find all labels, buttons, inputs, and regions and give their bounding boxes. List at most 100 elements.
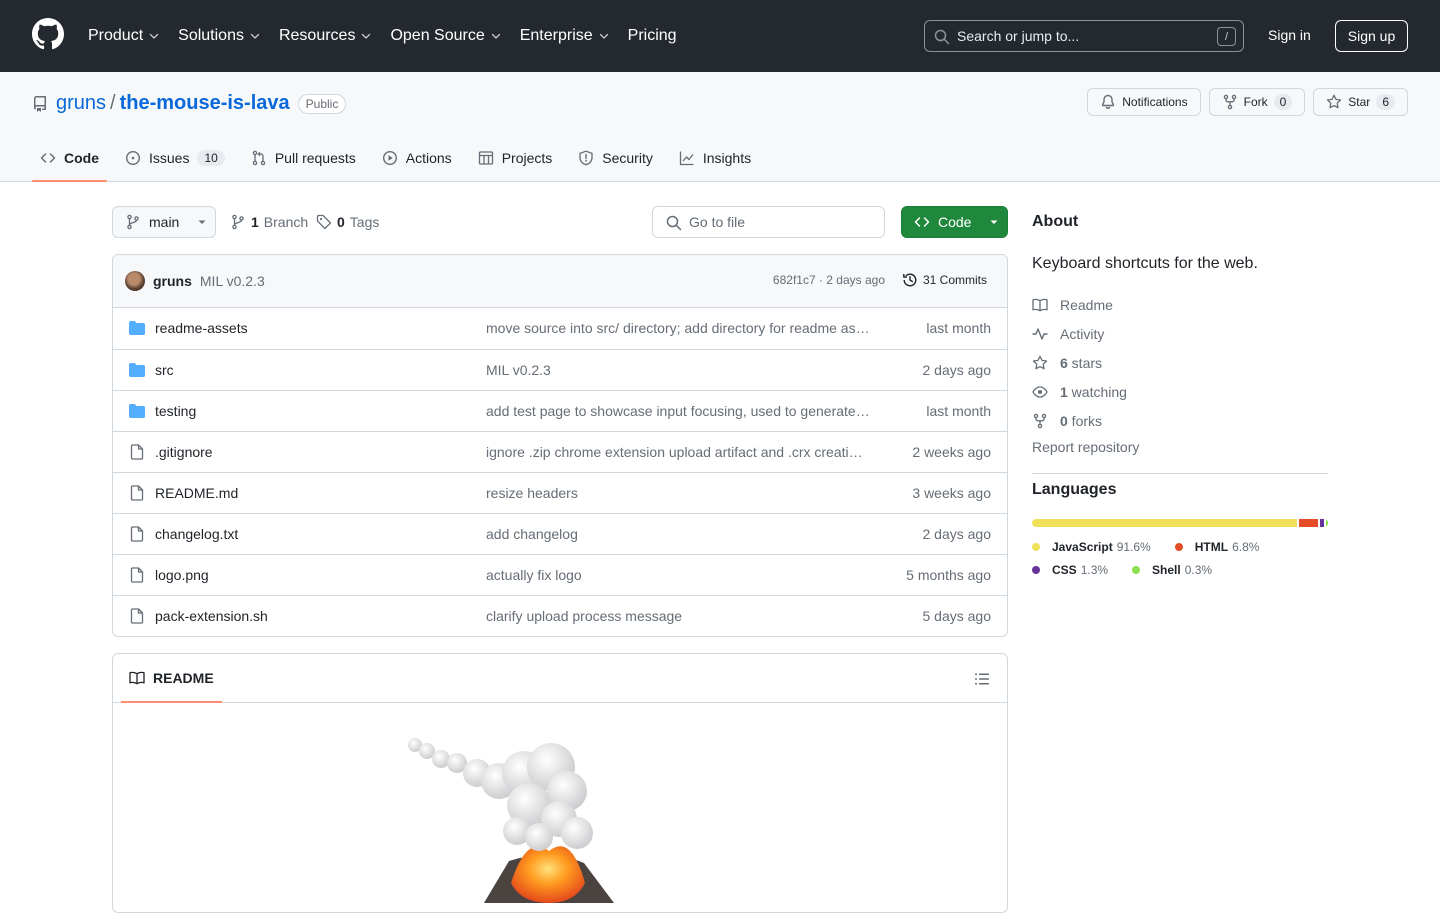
language-percent: 0.3% (1184, 562, 1213, 577)
sign-in-link[interactable]: Sign in (1268, 27, 1311, 43)
table-row[interactable]: src MIL v0.2.3 2 days ago (113, 349, 1007, 390)
commits-history-link[interactable]: 31 Commits (902, 272, 987, 288)
readme-link[interactable]: Readme (1032, 290, 1328, 319)
table-row[interactable]: .gitignore ignore .zip chrome extension u… (113, 431, 1007, 472)
global-nav-label: Enterprise (519, 27, 593, 44)
chevron-down-icon (491, 33, 500, 39)
language-item[interactable]: CSS 1.3% (1032, 558, 1108, 581)
report-repository-link[interactable]: Report repository (1032, 435, 1328, 459)
table-row[interactable]: readme-assets move source into src/ direc… (113, 308, 1007, 349)
file-name-link[interactable]: .gitignore (155, 444, 213, 460)
tag-count-label: Tags (349, 214, 380, 230)
file-icon (130, 567, 144, 583)
about-sidebar: About Keyboard shortcuts for the web. Re… (1032, 206, 1328, 581)
table-row[interactable]: pack-extension.sh clarify upload process … (113, 595, 1007, 636)
file-name-link[interactable]: changelog.txt (155, 526, 238, 542)
file-name-link[interactable]: logo.png (155, 567, 209, 583)
search-icon (666, 215, 682, 231)
global-nav-pricing[interactable]: Pricing (628, 27, 677, 45)
branch-count-label: Branch (263, 214, 309, 230)
global-nav-enterprise[interactable]: Enterprise (520, 27, 610, 45)
tab-code[interactable]: Code (32, 134, 107, 182)
file-commit-message-link[interactable]: ignore .zip chrome extension upload arti… (486, 444, 876, 460)
fork-button[interactable]: Fork 0 (1208, 88, 1306, 116)
readme-tab-label: README (153, 670, 214, 686)
file-commit-message-link[interactable]: resize headers (486, 485, 876, 501)
language-percent: 1.3% (1080, 562, 1109, 577)
tab-pull-requests[interactable]: Pull requests (243, 134, 364, 182)
language-item[interactable]: Shell 0.3% (1132, 558, 1212, 581)
language-item[interactable]: JavaScript 91.6% (1032, 535, 1151, 558)
repo-owner-link[interactable]: gruns (56, 92, 106, 115)
notifications-button[interactable]: Notifications (1087, 88, 1201, 116)
file-icon (130, 526, 144, 542)
file-commit-message-link[interactable]: clarify upload process message (486, 608, 876, 624)
bell-icon (1102, 94, 1115, 109)
commit-message-link[interactable]: MIL v0.2.3 (200, 273, 265, 289)
global-nav-solutions[interactable]: Solutions (178, 27, 261, 45)
book-icon (129, 671, 145, 685)
graph-icon (679, 151, 694, 166)
branch-select-button[interactable]: main (112, 206, 216, 238)
global-nav-resources[interactable]: Resources (279, 27, 372, 45)
code-download-button[interactable]: Code (901, 206, 1008, 238)
tags-link[interactable]: 0 Tags (316, 214, 379, 230)
notifications-label: Notifications (1122, 95, 1188, 109)
tab-label: Issues (149, 150, 190, 166)
go-to-file-input[interactable]: Go to file (652, 206, 885, 238)
table-row[interactable]: testing add test page to showcase input f… (113, 390, 1007, 431)
star-button[interactable]: Star 6 (1313, 88, 1408, 116)
watchers-link[interactable]: 1 watching (1032, 377, 1328, 406)
commit-hash-date[interactable]: 682f1c7 · 2 days ago (773, 273, 885, 287)
about-heading: About (1032, 213, 1079, 230)
repo-path-separator: / (110, 92, 116, 114)
activity-link[interactable]: Activity (1032, 319, 1328, 348)
tab-projects[interactable]: Projects (470, 134, 561, 182)
repo-name-link[interactable]: the-mouse-is-lava (120, 92, 290, 115)
file-commit-message-link[interactable]: add test page to showcase input focusing… (486, 403, 876, 419)
file-commit-date: 5 months ago (906, 567, 991, 583)
code-icon (914, 217, 930, 227)
file-commit-message-link[interactable]: move source into src/ directory; add dir… (486, 320, 876, 336)
file-name-link[interactable]: pack-extension.sh (155, 608, 268, 624)
global-nav-open-source[interactable]: Open Source (390, 27, 501, 45)
tab-issues[interactable]: Issues 10 (117, 134, 233, 182)
commits-count-label: 31 Commits (922, 273, 987, 287)
file-name-link[interactable]: src (155, 362, 174, 378)
shield-icon (579, 150, 593, 166)
file-commit-message-link[interactable]: add changelog (486, 526, 876, 542)
chevron-down-icon (149, 33, 159, 39)
avatar[interactable] (125, 271, 145, 291)
table-of-contents-icon[interactable] (974, 671, 990, 687)
activity-link-label: Activity (1060, 325, 1105, 342)
file-commit-date: 5 days ago (922, 608, 992, 624)
sign-up-button[interactable]: Sign up (1335, 20, 1408, 52)
forks-link[interactable]: 0 forks (1032, 406, 1328, 435)
tab-insights[interactable]: Insights (671, 134, 759, 182)
languages-heading: Languages (1032, 481, 1117, 498)
readme-tab[interactable]: README (121, 654, 222, 703)
global-search-input[interactable]: Search or jump to... / (924, 20, 1244, 52)
file-name-link[interactable]: README.md (155, 485, 238, 501)
file-commit-message-link[interactable]: MIL v0.2.3 (486, 362, 876, 378)
language-color-dot (1032, 542, 1040, 551)
file-icon (130, 444, 144, 460)
fork-icon (1223, 94, 1236, 110)
table-row[interactable]: changelog.txt add changelog 2 days ago (113, 513, 1007, 554)
stars-link[interactable]: 6 stars (1032, 348, 1328, 377)
code-button-label: Code (938, 214, 972, 230)
table-row[interactable]: logo.png actually fix logo 5 months ago (113, 554, 1007, 595)
repository-header: gruns / the-mouse-is-lava Public Notific… (0, 72, 1440, 182)
language-item[interactable]: HTML 6.8% (1174, 535, 1259, 558)
readme-content (113, 703, 1007, 903)
file-name-link[interactable]: readme-assets (155, 320, 248, 336)
github-logo-icon[interactable] (32, 18, 64, 50)
branches-link[interactable]: 1 Branch (230, 214, 308, 230)
file-name-link[interactable]: testing (155, 403, 196, 419)
tab-actions[interactable]: Actions (374, 134, 460, 182)
tab-security[interactable]: Security (570, 134, 661, 182)
commit-author-link[interactable]: gruns (153, 273, 192, 289)
file-commit-message-link[interactable]: actually fix logo (486, 567, 876, 583)
global-nav-product[interactable]: Product (88, 27, 160, 45)
table-row[interactable]: README.md resize headers 3 weeks ago (113, 472, 1007, 513)
